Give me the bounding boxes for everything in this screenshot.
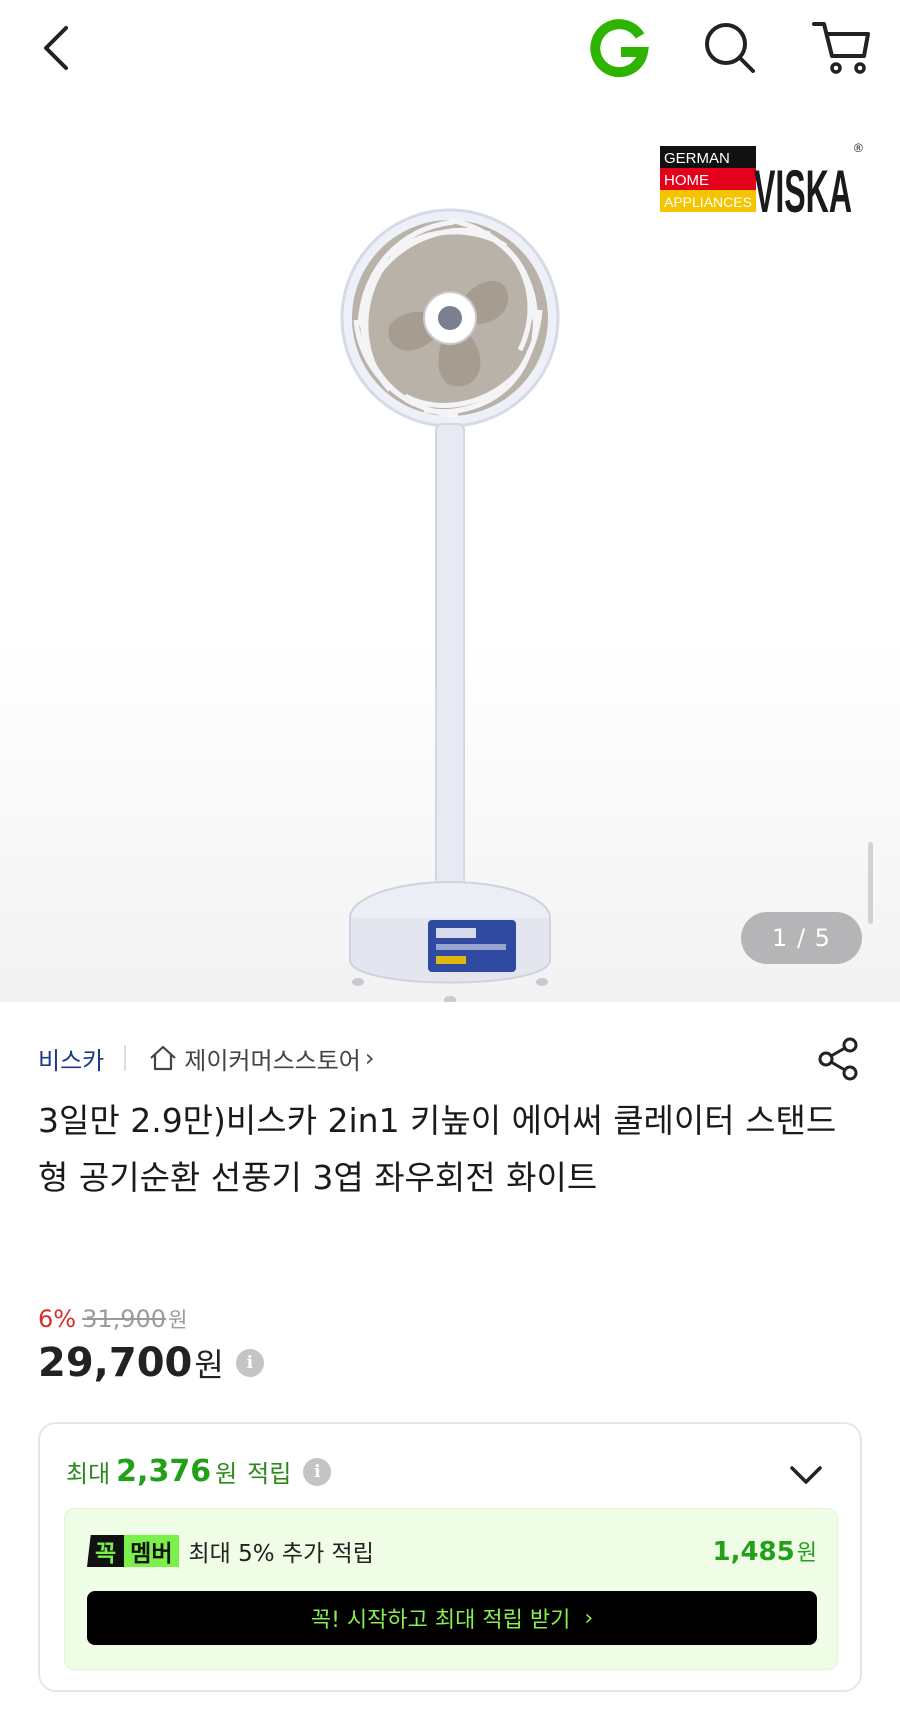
product-title: 3일만 2.9만)비스카 2in1 키높이 에어써 쿨레이터 스탠드형 공기순환…	[38, 1101, 837, 1197]
svg-text:APPLIANCES: APPLIANCES	[664, 194, 752, 210]
share-button[interactable]	[816, 1036, 862, 1082]
top-bar	[0, 0, 900, 100]
original-price: 31,900	[82, 1305, 167, 1333]
svg-text:VISKA: VISKA	[754, 158, 852, 224]
share-icon	[818, 1037, 858, 1081]
image-counter-badge: 1 / 5	[741, 912, 862, 964]
points-suffix: 적립	[247, 1460, 292, 1488]
member-badge: 꼭 멤버	[87, 1535, 179, 1567]
home-icon	[150, 1045, 176, 1071]
discount-rate: 6%	[38, 1305, 77, 1333]
points-unit: 원	[215, 1460, 238, 1488]
cta-arrow-icon: ›	[584, 1605, 594, 1631]
scrollbar-thumb[interactable]	[868, 842, 873, 924]
start-membership-button[interactable]: 꼭! 시작하고 최대 적립 받기 ›	[87, 1591, 817, 1645]
cart-button[interactable]	[810, 16, 874, 78]
divider	[124, 1045, 127, 1071]
search-icon	[705, 23, 755, 73]
svg-text:HOME: HOME	[664, 172, 709, 189]
member-points-amount: 1,485	[712, 1537, 795, 1567]
member-points: 1,485 원	[713, 1535, 818, 1567]
fan-product-image	[340, 208, 560, 1002]
sale-price-unit: 원	[194, 1346, 224, 1384]
viska-brand-logo: GERMAN HOME APPLIANCES VISKA ®	[660, 141, 863, 224]
member-points-unit: 원	[796, 1541, 817, 1566]
svg-text:GERMAN: GERMAN	[664, 150, 730, 167]
points-amount: 2,376	[116, 1454, 212, 1489]
product-image-gallery[interactable]: GERMAN HOME APPLIANCES VISKA ® 1 / 5	[0, 100, 900, 1002]
points-summary: 최대 2,376 원 적립 i	[66, 1454, 332, 1489]
points-card: 최대 2,376 원 적립 i 꼭 멤버 최대 5% 추가 적립 1,485 원…	[38, 1422, 862, 1692]
points-info-icon[interactable]: i	[303, 1457, 332, 1486]
original-price-unit: 원	[168, 1308, 188, 1332]
brand-link[interactable]: 비스카	[38, 1041, 104, 1076]
sale-price-row: 29,700 원 i	[38, 1340, 264, 1386]
expand-points-button[interactable]	[788, 1460, 824, 1488]
sale-price: 29,700	[38, 1340, 193, 1386]
original-price-row: 6% 31,900 원	[38, 1304, 187, 1334]
member-badge-part1: 꼭	[87, 1535, 125, 1567]
points-prefix: 최대	[66, 1460, 111, 1488]
price-info-icon[interactable]: i	[235, 1349, 264, 1377]
member-benefit-text: 최대 5% 추가 적립	[188, 1541, 374, 1567]
svg-text:®: ®	[854, 141, 863, 155]
store-link[interactable]: 제이커머스스토어 ›	[148, 1041, 375, 1076]
store-name: 제이커머스스토어	[184, 1046, 361, 1075]
seller-row: 비스카 제이커머스스토어 ›	[38, 1036, 868, 1080]
back-button[interactable]	[36, 20, 76, 76]
member-badge-part2: 멤버	[124, 1535, 179, 1567]
search-button[interactable]	[700, 18, 760, 78]
cta-label: 꼭! 시작하고 최대 적립 받기	[310, 1608, 571, 1633]
member-benefit-row: 꼭 멤버 최대 5% 추가 적립 1,485 원	[87, 1533, 817, 1569]
cart-icon	[812, 22, 870, 74]
chevron-down-icon	[790, 1466, 822, 1484]
member-benefit-box: 꼭 멤버 최대 5% 추가 적립 1,485 원 꼭! 시작하고 최대 적립 받…	[64, 1508, 838, 1670]
g-logo-icon	[590, 19, 649, 78]
chevron-left-icon	[44, 26, 68, 70]
gmarket-logo[interactable]	[588, 18, 650, 80]
store-chevron-icon: ›	[364, 1044, 375, 1072]
